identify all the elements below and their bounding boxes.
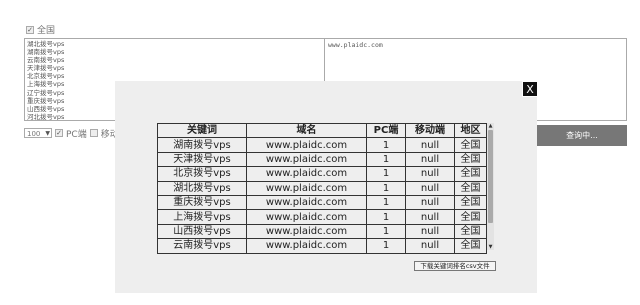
column-header: 地区 <box>454 122 487 139</box>
nationwide-label: 全国 <box>37 26 56 36</box>
results-table: 关键词 域名 PC端 移动端 地区 湖南拨号vps www.plaidc.com 1… <box>157 122 487 254</box>
table-cell: 北京拨号vps <box>157 166 247 182</box>
site-text: www.plaidc.com <box>328 41 383 49</box>
keyword-line: 云南拨号vps <box>27 56 65 65</box>
table-cell: 湖南拨号vps <box>157 137 247 153</box>
table-cell: 云南拨号vps <box>157 238 247 254</box>
table-cell: 1 <box>366 223 406 240</box>
table-cell: 重庆拨号vps <box>157 194 247 211</box>
table-cell: 1 <box>366 209 406 225</box>
table-cell: null <box>405 209 455 225</box>
table-cell: 1 <box>366 137 406 153</box>
table-row: 湖南拨号vps www.plaidc.com 1 null 全国 <box>157 137 487 153</box>
keyword-line: 湖南拨号vps <box>27 48 65 57</box>
table-cell: 1 <box>366 238 406 254</box>
scrollbar-thumb[interactable] <box>488 130 493 223</box>
query-controls: 100 ▼ ✓ PC端 移动端 <box>24 127 128 140</box>
nationwide-checkbox[interactable]: ✓ <box>26 25 34 34</box>
table-row: 山西拨号vps www.plaidc.com 1 null 全国 <box>157 223 487 240</box>
table-cell: 全国 <box>454 166 487 182</box>
table-cell: 天津拨号vps <box>157 151 247 168</box>
table-cell: 全国 <box>454 151 487 168</box>
table-cell: null <box>405 238 455 254</box>
table-row: 上海拨号vps www.plaidc.com 1 null 全国 <box>157 209 487 225</box>
nationwide-filter[interactable]: ✓ 全国 <box>26 23 55 36</box>
table-cell: www.plaidc.com <box>246 137 367 153</box>
table-cell: null <box>405 180 455 196</box>
table-cell: null <box>405 194 455 211</box>
table-row: 北京拨号vps www.plaidc.com 1 null 全国 <box>157 166 487 182</box>
arrow-up-icon[interactable]: ▲ <box>487 123 494 129</box>
query-button-label: 查询中... <box>566 131 598 140</box>
mobile-checkbox[interactable] <box>89 129 98 137</box>
table-cell: www.plaidc.com <box>246 223 367 240</box>
table-cell: 湖北拨号vps <box>157 180 247 196</box>
column-header: 移动端 <box>405 122 455 139</box>
result-count-select[interactable]: 100 ▼ <box>24 128 52 138</box>
table-cell: 1 <box>366 194 406 211</box>
keyword-line: 天津拨号vps <box>27 64 65 73</box>
table-cell: www.plaidc.com <box>246 238 367 254</box>
table-cell: www.plaidc.com <box>246 166 367 182</box>
table-cell: null <box>405 137 455 153</box>
table-cell: www.plaidc.com <box>246 209 367 225</box>
table-cell: 1 <box>366 180 406 196</box>
table-cell: 全国 <box>454 209 487 225</box>
column-header: PC端 <box>366 122 406 139</box>
column-header: 域名 <box>246 122 367 139</box>
download-csv-button[interactable]: 下载关键词排名csv文件 <box>414 261 496 271</box>
chevron-down-icon: ▼ <box>45 130 50 137</box>
pc-label: PC端 <box>66 129 87 140</box>
table-cell: 1 <box>366 166 406 182</box>
table-row: 湖北拨号vps www.plaidc.com 1 null 全国 <box>157 180 487 196</box>
table-row: 天津拨号vps www.plaidc.com 1 null 全国 <box>157 151 487 168</box>
table-cell: 1 <box>366 151 406 168</box>
table-cell: www.plaidc.com <box>246 180 367 196</box>
table-cell: 全国 <box>454 194 487 211</box>
close-button[interactable]: X <box>522 81 538 97</box>
table-cell: 全国 <box>454 137 487 153</box>
table-cell: www.plaidc.com <box>246 194 367 211</box>
table-cell: null <box>405 151 455 168</box>
column-header: 关键词 <box>157 122 247 139</box>
query-button[interactable]: 查询中... <box>537 125 627 146</box>
table-cell: www.plaidc.com <box>246 151 367 168</box>
table-row: 云南拨号vps www.plaidc.com 1 null 全国 <box>157 238 487 254</box>
table-cell: 上海拨号vps <box>157 209 247 225</box>
table-cell: 全国 <box>454 238 487 254</box>
keyword-line: 湖北拨号vps <box>27 40 65 48</box>
table-cell: null <box>405 166 455 182</box>
table-header-row: 关键词 域名 PC端 移动端 地区 <box>157 122 487 139</box>
keyword-line: 北京拨号vps <box>27 72 65 81</box>
table-cell: null <box>405 223 455 240</box>
table-scrollbar[interactable]: ▲ ▼ <box>487 123 494 250</box>
result-count-value: 100 <box>27 130 41 138</box>
arrow-down-icon[interactable]: ▼ <box>487 244 494 250</box>
pc-checkbox[interactable]: ✓ <box>55 129 63 137</box>
download-csv-label: 下载关键词排名csv文件 <box>420 262 490 270</box>
table-cell: 山西拨号vps <box>157 223 247 240</box>
table-row: 重庆拨号vps www.plaidc.com 1 null 全国 <box>157 194 487 211</box>
close-icon: X <box>526 83 534 96</box>
table-cell: 全国 <box>454 223 487 240</box>
table-cell: 全国 <box>454 180 487 196</box>
